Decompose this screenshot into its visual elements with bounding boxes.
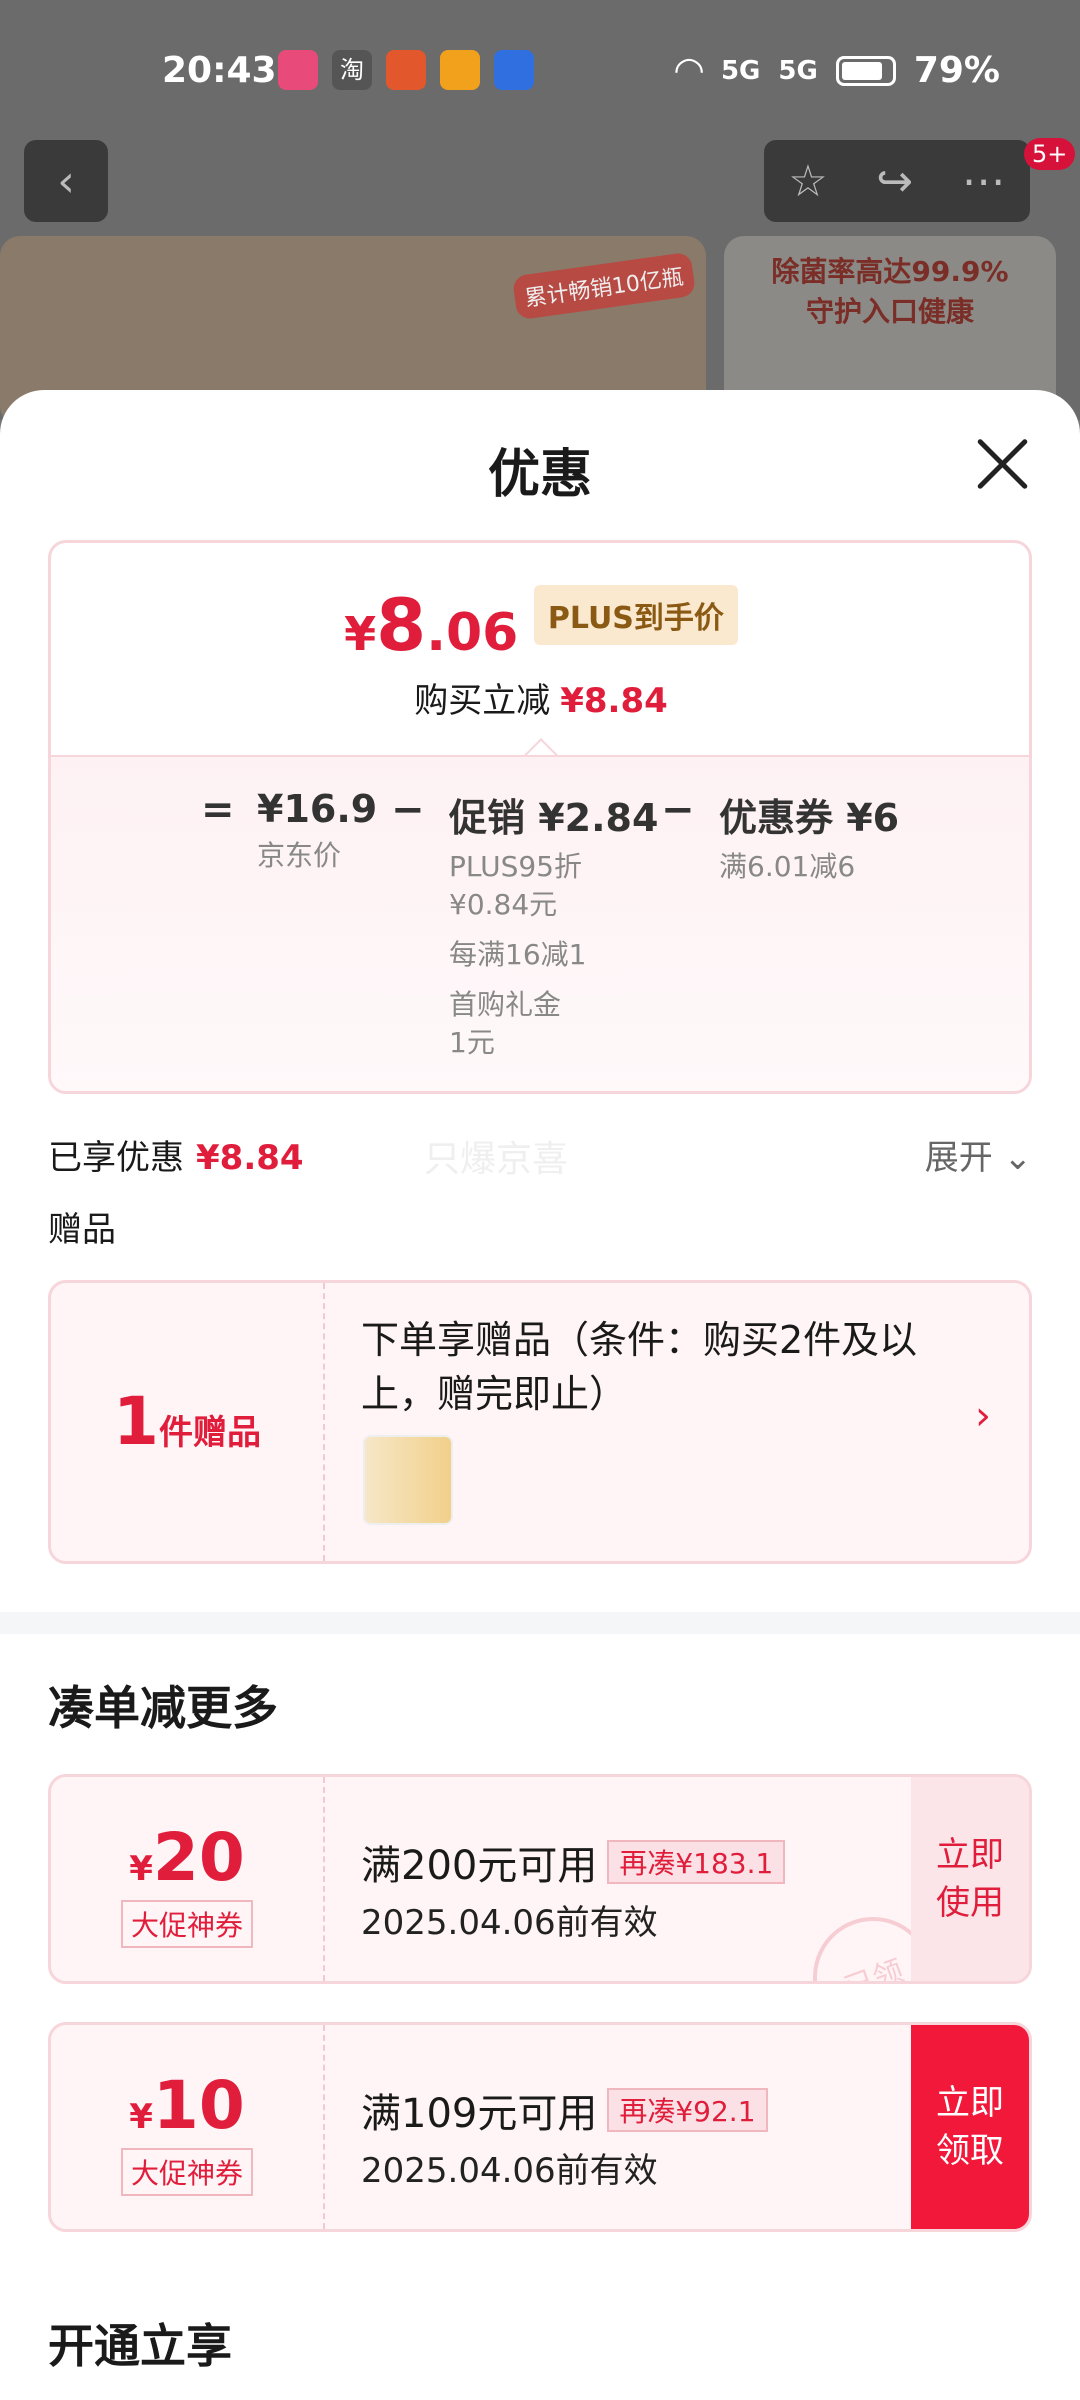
equals-sign: = — [201, 787, 235, 833]
instant-reduction: 购买立减 ¥8.84 — [51, 673, 1029, 722]
status-bar: 20:43 淘 ◠ 5G 5G 79% — [0, 0, 1080, 140]
add-more-tag: 再凑¥183.1 — [607, 1840, 786, 1884]
star-icon[interactable]: ☆ — [788, 156, 827, 207]
gift-description: 下单享赠品（条件：购买2件及以上，赠完即止） — [361, 1318, 918, 1416]
app-notification-icon — [386, 50, 426, 90]
coupon-value: ¥20 大促神券 — [51, 1777, 325, 1981]
promo-detail: 1元 — [449, 1026, 495, 1059]
gifts-label: 赠品 — [48, 1210, 116, 1250]
coupon-currency: ¥ — [129, 1849, 153, 1889]
signal-icon: 5G — [720, 55, 761, 86]
add-more-tag: 再凑¥92.1 — [607, 2088, 768, 2132]
coupon-column: 优惠券 ¥6 满6.01减6 — [719, 787, 899, 886]
gift-card[interactable]: 1件赠品 下单享赠品（条件：购买2件及以上，赠完即止） › — [48, 1280, 1032, 1564]
promo-detail: ¥0.84元 — [449, 888, 558, 921]
currency-symbol: ¥ — [344, 607, 377, 661]
battery-percent: 79% — [913, 50, 1000, 91]
promo-column: 促销 ¥2.84 PLUS95折 ¥0.84元 每满16减1 首购礼金 1元 — [449, 787, 658, 1062]
coupon-amount: 20 — [152, 1819, 245, 1896]
promo-detail: 首购礼金 — [449, 988, 562, 1021]
gift-count-unit: 件赠品 — [158, 1413, 261, 1453]
reduction-amount: ¥8.84 — [560, 681, 668, 721]
notification-icons: 淘 — [278, 50, 534, 90]
coupon-card: ¥10 大促神券 满109元可用 再凑¥92.1 2025.04.06前有效 立即… — [48, 2022, 1032, 2232]
membership-title: 开通立享 — [48, 2319, 232, 2373]
baidu-icon — [494, 50, 534, 90]
battery-icon — [835, 55, 896, 86]
gift-count: 1件赠品 — [51, 1283, 325, 1561]
top-actions: ☆ ↪ ⋯ — [764, 140, 1030, 222]
chevron-left-icon: ‹ — [57, 155, 75, 207]
minus-sign: − — [661, 787, 695, 833]
price-integer: 8 — [376, 583, 427, 667]
more-icon[interactable]: ⋯ — [962, 156, 1006, 207]
coupon-detail: 满6.01减6 — [719, 850, 856, 883]
watermark-text: 只爆京喜 — [424, 1139, 569, 1180]
price-breakdown: = ¥16.9 京东价 − 促销 ¥2.84 PLUS95折 ¥0.84元 每满… — [51, 755, 1029, 1091]
final-price: ¥8.06 PLUS到手价 — [51, 583, 1029, 667]
gift-count-number: 1 — [113, 1383, 159, 1460]
taobao-icon: 淘 — [332, 50, 372, 90]
promo-amount: 促销 ¥2.84 — [449, 796, 659, 840]
claim-now-button[interactable]: 立即 领取 — [911, 2025, 1029, 2229]
message-badge: 5+ — [1024, 138, 1076, 170]
wifi-icon: ◠ — [675, 50, 703, 91]
coupon-condition-text: 满109元可用 — [361, 2091, 598, 2137]
coupon-expiry: 2025.04.06前有效 — [361, 2151, 658, 2191]
thumbnail-text: 除菌率高达99.9% — [771, 255, 1009, 288]
use-now-button[interactable]: 立即 使用 — [911, 1777, 1029, 1981]
coupon-condition: 满109元可用 再凑¥92.1 — [361, 2081, 768, 2139]
coupon-currency: ¥ — [129, 2097, 153, 2137]
coupon-label: 大促神券 — [120, 1900, 253, 1948]
signal-icon: 5G — [778, 55, 818, 86]
discount-sheet: 优惠 ¥8.06 PLUS到手价 购买立减 ¥8.84 = ¥16.9 京东价 −… — [0, 390, 1080, 2400]
thumbnail-text: 守护入口健康 — [805, 295, 974, 328]
coupon-amount: 优惠券 ¥6 — [719, 796, 900, 840]
more-discount-title: 凑单减更多 — [48, 1681, 278, 1735]
system-indicators: ◠ 5G 5G 79% — [675, 50, 1000, 91]
jd-price-label: 京东价 — [257, 839, 342, 872]
enjoyed-discount: 已享优惠 ¥8.84 — [48, 1130, 304, 1179]
minus-sign: − — [391, 787, 425, 833]
video-app-icon — [440, 50, 480, 90]
reduction-label: 购买立减 — [414, 681, 551, 721]
price-summary-card: ¥8.06 PLUS到手价 购买立减 ¥8.84 = ¥16.9 京东价 − 促销… — [48, 540, 1032, 1094]
app-notification-icon — [278, 50, 318, 90]
back-button[interactable]: ‹ — [24, 140, 108, 222]
coupon-condition: 满200元可用 再凑¥183.1 — [361, 1833, 786, 1891]
coupon-amount: 10 — [152, 2067, 245, 2144]
sheet-title: 优惠 — [487, 445, 592, 505]
status-time: 20:43 — [162, 50, 277, 91]
jd-price-column: ¥16.9 京东价 — [257, 787, 377, 875]
close-icon[interactable] — [972, 434, 1032, 494]
coupon-condition-text: 满200元可用 — [361, 1843, 598, 1889]
coupon-expiry: 2025.04.06前有效 — [361, 1903, 658, 1943]
price-decimal: .06 — [426, 603, 519, 663]
share-icon[interactable]: ↪ — [876, 156, 913, 207]
plus-price-tag: PLUS到手价 — [533, 585, 738, 645]
jd-price: ¥16.9 — [257, 787, 378, 831]
sales-tag: 累计畅销10亿瓶 — [511, 251, 697, 321]
enjoyed-label: 已享优惠 — [48, 1138, 184, 1178]
coupon-value: ¥10 大促神券 — [51, 2025, 325, 2229]
section-divider — [0, 1612, 1080, 1634]
promo-detail: PLUS95折 — [449, 850, 582, 883]
promo-detail: 每满16减1 — [449, 938, 587, 971]
coupon-label: 大促神券 — [120, 2148, 253, 2196]
enjoyed-amount: ¥8.84 — [196, 1138, 304, 1178]
chevron-right-icon: › — [975, 1393, 991, 1439]
coupon-card: ¥20 大促神券 满200元可用 再凑¥183.1 2025.04.06前有效 已… — [48, 1774, 1032, 1984]
expand-button[interactable]: 展开 ⌄ — [925, 1130, 1032, 1179]
gift-thumbnail — [363, 1435, 453, 1525]
